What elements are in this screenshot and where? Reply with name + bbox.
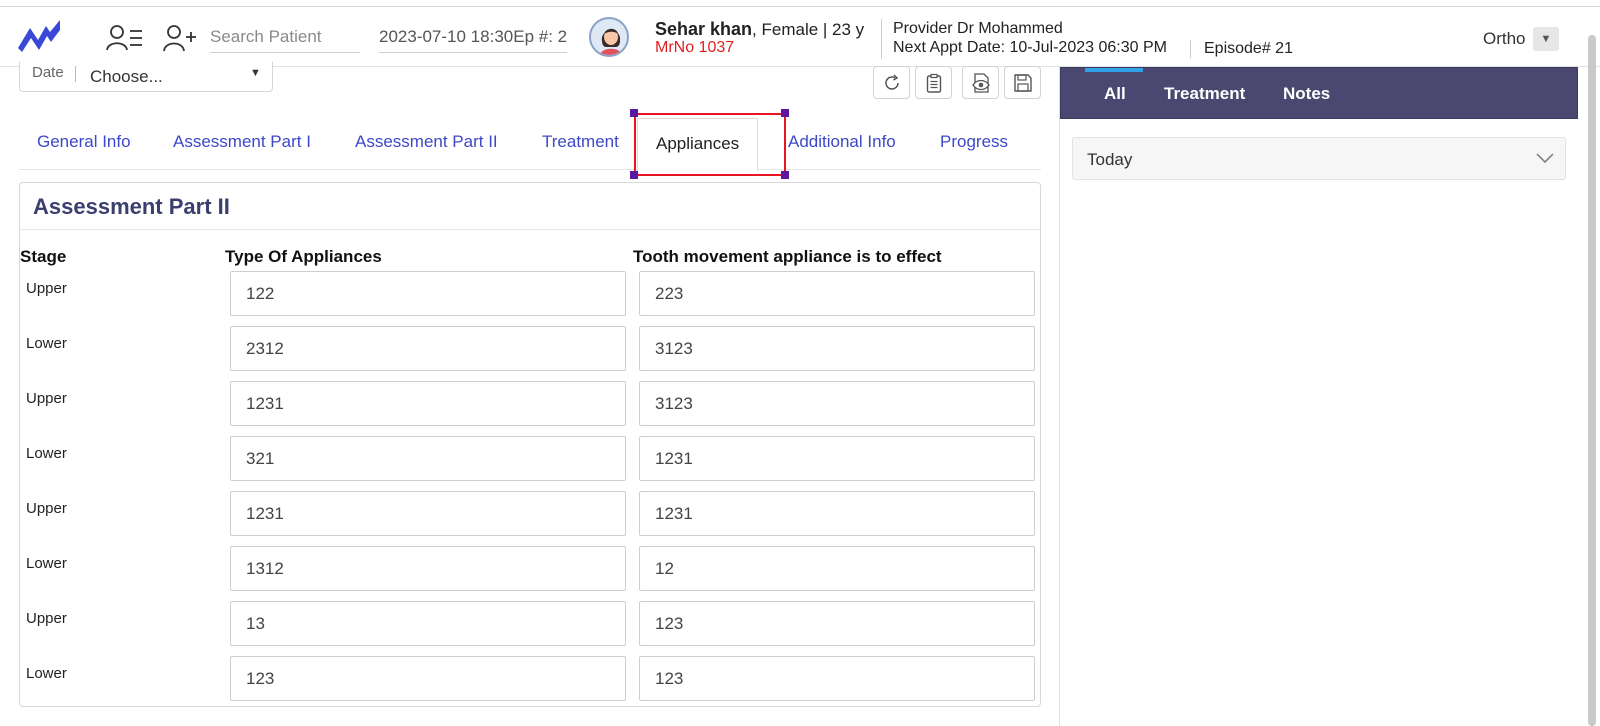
- right-panel-divider: [1059, 67, 1060, 726]
- clipboard-icon: [926, 73, 942, 93]
- specialty-label: Ortho: [1483, 29, 1526, 48]
- stage-label: Lower: [26, 555, 67, 572]
- save-icon: [1014, 74, 1032, 92]
- tooth-movement-field[interactable]: [639, 271, 1035, 316]
- episode-number: Episode# 21: [1204, 40, 1293, 57]
- stage-label: Upper: [26, 500, 67, 517]
- selection-handle: [630, 109, 638, 117]
- patient-name: Sehar khan, Female | 23 y: [655, 19, 865, 39]
- stage-label: Upper: [26, 390, 67, 407]
- appliance-type-field[interactable]: [230, 436, 626, 481]
- appliances-card: Assessment Part II Stage Type Of Applian…: [19, 182, 1041, 707]
- next-appointment: Next Appt Date: 10-Jul-2023 06:30 PM: [893, 39, 1167, 56]
- refresh-button[interactable]: [873, 66, 910, 99]
- date-select[interactable]: Date Choose... ▼: [19, 62, 273, 92]
- form-tabs: General Info Assessment Part I Assessmen…: [19, 118, 1041, 171]
- date-select-label: Date: [32, 64, 64, 81]
- stage-label: Lower: [26, 665, 67, 682]
- tooth-movement-field[interactable]: [639, 656, 1035, 701]
- stage-label: Lower: [26, 335, 67, 352]
- tab-progress[interactable]: Progress: [940, 132, 1008, 152]
- column-header-tooth-movement: Tooth movement appliance is to effect: [633, 247, 942, 266]
- caret-down-icon: ▼: [1540, 33, 1552, 45]
- tab-general-info[interactable]: General Info: [37, 132, 131, 152]
- section-title: Assessment Part II: [33, 194, 230, 219]
- appliance-type-field[interactable]: [230, 326, 626, 371]
- tooth-movement-field[interactable]: [639, 546, 1035, 591]
- tooth-movement-field[interactable]: [639, 381, 1035, 426]
- appliance-type-field[interactable]: [230, 656, 626, 701]
- column-header-type-of-appliances: Type Of Appliances: [225, 247, 382, 266]
- today-accordion[interactable]: Today: [1072, 137, 1566, 180]
- tab-treatment-history[interactable]: Treatment: [1164, 84, 1245, 104]
- appliance-type-field[interactable]: [230, 546, 626, 591]
- today-accordion-label: Today: [1087, 150, 1133, 169]
- browser-top-edge: [0, 0, 1600, 7]
- chevron-down-icon: [1536, 153, 1554, 164]
- preview-document-icon: [972, 73, 990, 93]
- tab-all[interactable]: All: [1104, 84, 1126, 104]
- female-avatar-icon: [599, 28, 623, 55]
- add-patient-icon[interactable]: [162, 23, 200, 53]
- history-tabs: All Treatment Notes: [1060, 67, 1578, 119]
- refresh-icon: [885, 74, 899, 90]
- selection-highlight-box: [634, 113, 786, 176]
- stage-label: Upper: [26, 280, 67, 297]
- preview-button[interactable]: [962, 66, 999, 99]
- header-divider: [881, 19, 882, 59]
- tab-notes[interactable]: Notes: [1283, 84, 1330, 104]
- app-logo-icon[interactable]: [16, 18, 62, 54]
- tab-assessment-part-2[interactable]: Assessment Part II: [355, 132, 498, 152]
- save-button[interactable]: [1004, 66, 1041, 99]
- selection-handle: [630, 171, 638, 179]
- section-divider: [20, 229, 1040, 230]
- appliance-type-field[interactable]: [230, 491, 626, 536]
- visit-datetime-episode[interactable]: 2023-07-10 18:30Ep #: 21: [379, 21, 567, 53]
- active-tab-indicator: [1085, 68, 1143, 72]
- selection-handle: [781, 109, 789, 117]
- caret-down-icon: ▼: [250, 67, 261, 79]
- stage-label: Lower: [26, 445, 67, 462]
- patient-mrno: MrNo 1037: [655, 39, 735, 56]
- app-header: 2023-07-10 18:30Ep #: 21 Sehar khan, Fem…: [0, 7, 1600, 67]
- tooth-movement-field[interactable]: [639, 436, 1035, 481]
- tooth-movement-field[interactable]: [639, 601, 1035, 646]
- tab-additional-info[interactable]: Additional Info: [788, 132, 896, 152]
- column-header-stage: Stage: [20, 247, 67, 266]
- tooth-movement-field[interactable]: [639, 326, 1035, 371]
- tab-assessment-part-1[interactable]: Assessment Part I: [173, 132, 311, 152]
- patient-list-icon[interactable]: [106, 23, 144, 53]
- page-scrollbar[interactable]: [1588, 35, 1596, 726]
- date-select-divider: [75, 66, 76, 82]
- header-divider: [1190, 40, 1191, 58]
- appliance-type-field[interactable]: [230, 381, 626, 426]
- patient-avatar: [589, 17, 629, 57]
- clipboard-button[interactable]: [915, 66, 952, 99]
- appliance-type-field[interactable]: [230, 601, 626, 646]
- search-patient-input[interactable]: [210, 21, 360, 53]
- tab-treatment[interactable]: Treatment: [542, 132, 619, 152]
- stage-label: Upper: [26, 610, 67, 627]
- selection-handle: [781, 171, 789, 179]
- appliance-type-field[interactable]: [230, 271, 626, 316]
- date-select-value: Choose...: [90, 67, 163, 86]
- provider-info: Provider Dr Mohammed: [893, 20, 1063, 37]
- specialty-dropdown-button[interactable]: ▼: [1533, 27, 1559, 51]
- tooth-movement-field[interactable]: [639, 491, 1035, 536]
